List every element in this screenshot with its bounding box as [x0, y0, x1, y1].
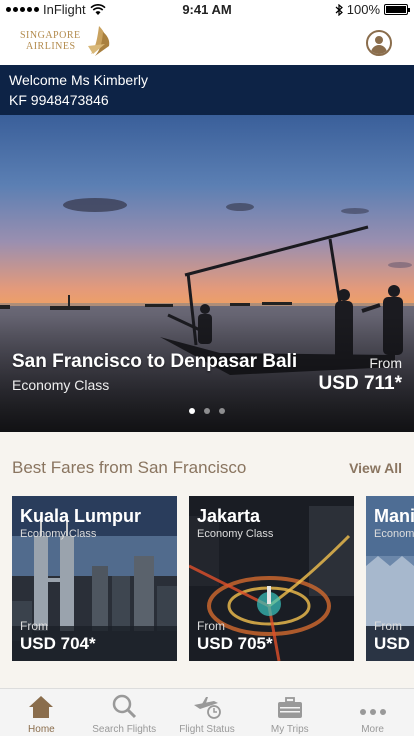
- tab-label: Search Flights: [92, 724, 157, 735]
- fare-card-cabin: Economy Class: [197, 528, 274, 540]
- tab-more[interactable]: More: [331, 689, 414, 736]
- tab-label: Home: [28, 724, 55, 735]
- fare-card-from-label: From: [197, 619, 225, 633]
- bluetooth-icon: [335, 3, 343, 16]
- hero-price: USD 711*: [318, 373, 402, 394]
- tab-flight-status[interactable]: Flight Status: [166, 689, 249, 736]
- tab-label: Flight Status: [179, 724, 235, 735]
- tab-search-flights[interactable]: Search Flights: [83, 689, 166, 736]
- fare-card-manila[interactable]: Mani Econom From USD: [366, 496, 414, 661]
- logo-wordmark: SINGAPORE AIRLINES: [20, 30, 81, 52]
- tab-my-trips[interactable]: My Trips: [248, 689, 331, 736]
- fare-card-cabin: Economy Class: [20, 528, 97, 540]
- hero-deal-banner[interactable]: San Francisco to Denpasar Bali Economy C…: [0, 115, 414, 432]
- fare-card-price: USD: [374, 634, 410, 653]
- fare-card-city: Kuala Lumpur: [20, 506, 142, 526]
- battery-icon: [384, 4, 410, 15]
- hero-route: San Francisco to Denpasar Bali: [12, 351, 298, 372]
- logo-line-2: AIRLINES: [26, 41, 76, 52]
- airline-logo[interactable]: SINGAPORE AIRLINES: [20, 24, 111, 58]
- carousel-dot[interactable]: [189, 408, 195, 414]
- welcome-banner: Welcome Ms Kimberly KF 9948473846: [0, 65, 414, 115]
- carousel-dot[interactable]: [204, 408, 210, 414]
- tab-label: More: [361, 724, 384, 735]
- hero-from-label: From: [369, 355, 402, 371]
- fare-card-city: Jakarta: [197, 506, 261, 526]
- best-fares-title: Best Fares from San Francisco: [12, 458, 247, 477]
- fare-card-from-label: From: [374, 619, 402, 633]
- search-icon: [112, 694, 137, 719]
- avatar-head: [375, 36, 383, 44]
- tab-home[interactable]: Home: [0, 689, 83, 736]
- status-bar: InFlight 9:41 AM 100%: [0, 0, 414, 20]
- best-fares-section: Best Fares from San Francisco View All K…: [0, 432, 414, 688]
- welcome-greeting: Welcome Ms Kimberly: [9, 72, 148, 88]
- fare-card-price: USD 704*: [20, 634, 96, 653]
- hero-cabin-class: Economy Class: [12, 377, 110, 393]
- fare-card-kuala-lumpur[interactable]: Kuala Lumpur Economy Class From USD 704*: [12, 496, 177, 661]
- battery-group: 100%: [335, 2, 410, 17]
- profile-avatar-button[interactable]: [366, 30, 392, 56]
- fare-card-cabin: Econom: [374, 528, 414, 540]
- battery-percent: 100%: [346, 2, 380, 17]
- bird-emblem-icon: [87, 26, 109, 56]
- flight-status-icon: [193, 697, 221, 719]
- home-icon: [29, 696, 54, 718]
- app-header: SINGAPORE AIRLINES: [0, 20, 414, 65]
- fare-card-price: USD 705*: [197, 634, 273, 653]
- tab-label: My Trips: [270, 724, 309, 735]
- membership-number: KF 9948473846: [9, 92, 109, 108]
- more-icon: [359, 709, 386, 715]
- bottom-tab-bar: Home Search Flights Flight Status My Tri…: [0, 688, 414, 736]
- carousel-dot[interactable]: [219, 408, 225, 414]
- suitcase-icon: [277, 697, 302, 718]
- logo-line-1: SINGAPORE: [20, 30, 81, 41]
- fare-card-city: Mani: [374, 506, 414, 526]
- carousel-page-indicator[interactable]: [0, 408, 414, 414]
- view-all-link[interactable]: View All: [349, 460, 402, 476]
- avatar-shoulders: [371, 45, 387, 54]
- fare-card-jakarta[interactable]: Jakarta Economy Class From USD 705*: [189, 496, 354, 661]
- fare-card-from-label: From: [20, 619, 48, 633]
